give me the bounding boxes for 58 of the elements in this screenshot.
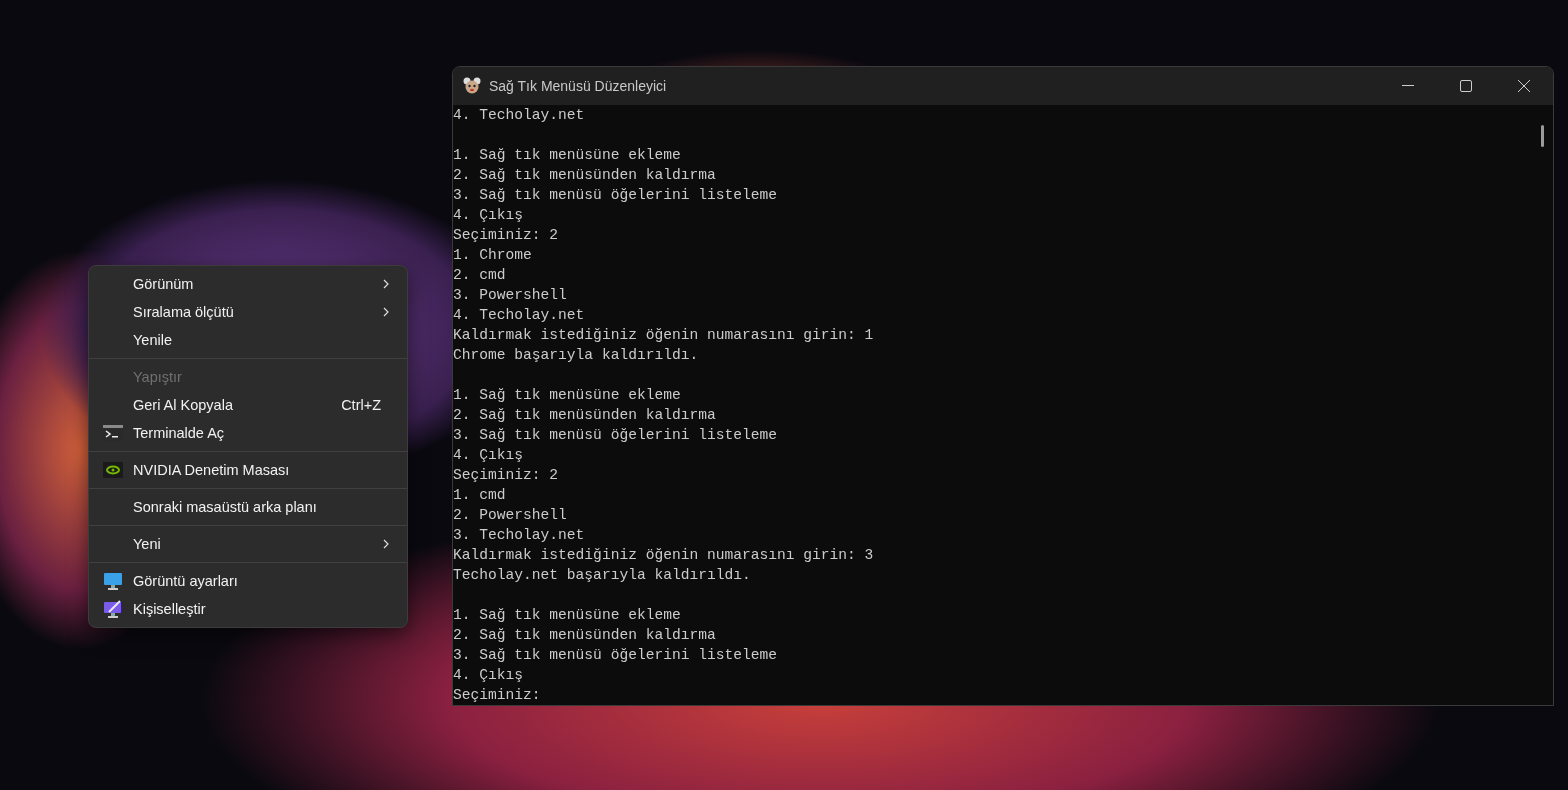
shortcut-label: Ctrl+Z: [341, 397, 381, 413]
menu-item[interactable]: NVIDIA Denetim Masası: [93, 456, 403, 484]
console-line: 4. Çıkış: [453, 207, 524, 223]
monitor-icon: [103, 572, 123, 590]
menu-item[interactable]: Terminalde Aç: [93, 419, 403, 447]
console-line: Techolay.net başarıyla kaldırıldı.: [453, 567, 751, 583]
menu-item-label: NVIDIA Denetim Masası: [133, 462, 291, 478]
console-line: 4. Çıkış: [453, 447, 524, 463]
menu-item-label: Kişiselleştir: [133, 601, 207, 617]
console-line: 3. Sağ tık menüsü öğelerini listeleme: [453, 647, 778, 663]
console-line: Kaldırmak istediğiniz öğenin numarasını girin: 1: [453, 327, 874, 343]
menu-item-label: Yapıştır: [133, 369, 183, 385]
console-line: Seçiminiz: 2: [453, 227, 559, 243]
menu-item[interactable]: Yeni: [93, 530, 403, 558]
eye-logo-icon: [103, 462, 123, 478]
menu-item[interactable]: Geri Al Kopyala Ctrl+Z: [93, 391, 403, 419]
console-line: 2. Sağ tık menüsünden kaldırma: [453, 627, 716, 643]
console-line: 1. Chrome: [453, 247, 532, 263]
console-line: 3. Techolay.net: [453, 527, 585, 543]
minimize-icon: [1402, 85, 1414, 87]
monitor-brush-icon: [103, 600, 123, 618]
maximize-icon: [1460, 80, 1472, 92]
console-line: Chrome başarıyla kaldırıldı.: [453, 347, 699, 363]
menu-item[interactable]: Sonraki masaüstü arka planı: [93, 493, 403, 521]
menu-item-label: Yeni: [133, 536, 162, 552]
console-line: Seçiminiz: 2: [453, 467, 559, 483]
menu-item[interactable]: Görüntü ayarları: [93, 567, 403, 595]
console-line: 1. Sağ tık menüsüne ekleme: [453, 387, 681, 403]
console-line: 3. Sağ tık menüsü öğelerini listeleme: [453, 187, 778, 203]
console-line: 3. Sağ tık menüsü öğelerini listeleme: [453, 427, 778, 443]
menu-item-label: Terminalde Aç: [133, 425, 226, 441]
window-title: Sağ Tık Menüsü Düzenleyici: [489, 78, 668, 94]
console-line: 1. Sağ tık menüsüne ekleme: [453, 607, 681, 623]
menu-item-label: Yenile: [133, 332, 173, 348]
menu-item-label: Görüntü ayarları: [133, 573, 239, 589]
menu-item[interactable]: Yenile: [93, 326, 403, 354]
menu-item[interactable]: Kişiselleştir: [93, 595, 403, 623]
terminal-icon: [103, 425, 123, 441]
menu-item-label: Sıralama ölçütü: [133, 304, 235, 320]
close-icon: [1518, 80, 1530, 92]
menu-item[interactable]: Sıralama ölçütü: [93, 298, 403, 326]
console-line: 2. Sağ tık menüsünden kaldırma: [453, 167, 716, 183]
menu-item[interactable]: Görünüm: [93, 270, 403, 298]
console-line: 4. Techolay.net: [453, 107, 585, 123]
console-line: 2. cmd: [453, 267, 506, 283]
console-line: 1. cmd: [453, 487, 506, 503]
console-line: 1. Sağ tık menüsüne ekleme: [453, 147, 681, 163]
console-line: 4. Techolay.net: [453, 307, 585, 323]
menu-item-label: Geri Al Kopyala: [133, 397, 234, 413]
menu-item-label: Sonraki masaüstü arka planı: [133, 499, 318, 515]
console-line: Kaldırmak istediğiniz öğenin numarasını girin: 3: [453, 547, 874, 563]
menu-item-label: Görünüm: [133, 276, 195, 292]
console-line: Seçiminiz:: [453, 687, 541, 703]
console-line: 4. Çıkış: [453, 667, 524, 683]
mascot-icon: [463, 77, 481, 95]
console-line: 2. Sağ tık menüsünden kaldırma: [453, 407, 716, 423]
console-line: 2. Powershell: [453, 507, 567, 523]
console-line: 3. Powershell: [453, 287, 567, 303]
